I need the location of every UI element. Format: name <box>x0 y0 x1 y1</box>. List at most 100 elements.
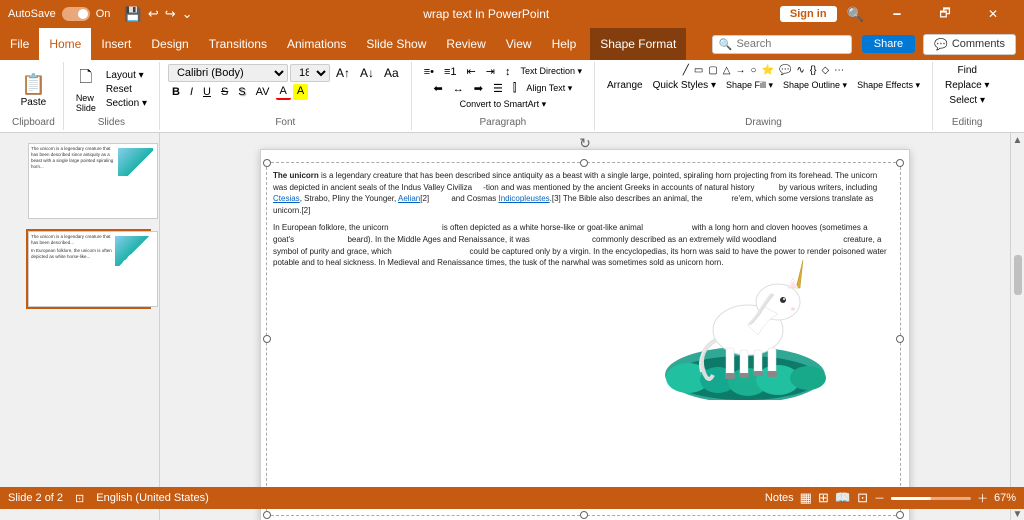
handle-bm[interactable] <box>580 511 588 519</box>
zoom-level[interactable]: 67% <box>994 492 1016 504</box>
handle-mr[interactable] <box>896 335 904 343</box>
save-icon[interactable]: 💾 <box>124 6 141 23</box>
font-size-select[interactable]: 18 <box>290 64 330 82</box>
slide-2-thumb[interactable]: The unicorn is a legendary creature that… <box>26 229 151 309</box>
tab-design[interactable]: Design <box>141 28 198 60</box>
shape-fill-button[interactable]: Shape Fill ▾ <box>722 79 777 92</box>
line-shape[interactable]: ╱ <box>681 64 691 77</box>
align-center-button[interactable]: ↔ <box>449 82 468 96</box>
circle-shape[interactable]: ○ <box>748 64 758 77</box>
highlight-color-button[interactable]: A <box>293 84 308 100</box>
char-spacing-button[interactable]: AV <box>252 85 274 99</box>
tab-shape-format[interactable]: Shape Format <box>590 28 686 60</box>
increase-font-button[interactable]: A↑ <box>332 65 354 81</box>
share-button[interactable]: Share <box>862 35 915 53</box>
star-shape[interactable]: ⭐ <box>759 64 775 77</box>
tab-review[interactable]: Review <box>436 28 495 60</box>
align-right-button[interactable]: ➡ <box>470 81 487 96</box>
autosave-toggle[interactable] <box>62 7 90 21</box>
reset-button[interactable]: Reset <box>102 83 151 96</box>
strikethrough-button[interactable]: S <box>217 85 232 99</box>
underline-button[interactable]: U <box>199 85 215 99</box>
align-left-button[interactable]: ⬅ <box>430 81 447 96</box>
find-button[interactable]: Find <box>953 64 980 77</box>
smartart-button[interactable]: Convert to SmartArt ▾ <box>456 98 551 111</box>
select-button[interactable]: Select ▾ <box>945 94 989 107</box>
notes-button[interactable]: Notes <box>765 492 794 504</box>
indicopleustes-link[interactable]: Indicopleustes <box>499 194 550 203</box>
rect-shape[interactable]: ▭ <box>692 64 705 77</box>
undo-icon[interactable]: ↩ <box>148 6 159 22</box>
comments-button[interactable]: 💬 Comments <box>923 34 1016 55</box>
plus-zoom-button[interactable]: ＋ <box>977 490 988 506</box>
align-text-button[interactable]: Align Text ▾ <box>522 82 576 95</box>
triangle-shape[interactable]: △ <box>721 64 733 77</box>
columns-button[interactable]: ⫿ <box>509 81 521 96</box>
font-color-button[interactable]: A <box>276 84 291 100</box>
layout-button[interactable]: Layout ▾ <box>102 69 151 82</box>
minus-zoom-button[interactable]: － <box>874 490 885 506</box>
callout-shape[interactable]: 💬 <box>777 64 793 77</box>
curve-shape[interactable]: ∿ <box>794 64 806 77</box>
vertical-scrollbar[interactable]: ▲ ▼ <box>1010 133 1024 520</box>
handle-tm[interactable] <box>580 159 588 167</box>
minimize-button[interactable]: 🗕 <box>874 0 920 28</box>
tab-view[interactable]: View <box>496 28 542 60</box>
bold-button[interactable]: B <box>168 85 184 99</box>
bullets-button[interactable]: ≡• <box>420 65 438 79</box>
new-slide-button[interactable]: 🗋 NewSlide <box>72 64 100 115</box>
tab-home[interactable]: Home <box>39 28 91 60</box>
brace-shape[interactable]: {} <box>808 64 819 77</box>
paste-button[interactable]: 📋 Paste <box>17 70 51 110</box>
numbering-button[interactable]: ≡1 <box>440 65 461 79</box>
justify-button[interactable]: ☰ <box>489 81 507 96</box>
shape-effects-button[interactable]: Shape Effects ▾ <box>853 79 924 92</box>
scroll-down-button[interactable]: ▼ <box>1013 509 1023 520</box>
scroll-up-button[interactable]: ▲ <box>1013 135 1023 146</box>
tab-file[interactable]: File <box>0 28 39 60</box>
font-family-select[interactable]: Calibri (Body) <box>168 64 288 82</box>
increase-indent-button[interactable]: ⇥ <box>482 64 499 79</box>
arrange-button[interactable]: Arrange <box>603 79 647 92</box>
search-icon[interactable]: 🔍 <box>847 6 864 23</box>
rounded-rect-shape[interactable]: ▢ <box>706 64 719 77</box>
view-normal-button[interactable]: ▦ <box>800 490 812 506</box>
scroll-thumb[interactable] <box>1014 255 1022 295</box>
tab-animations[interactable]: Animations <box>277 28 356 60</box>
handle-br[interactable] <box>896 511 904 519</box>
more-icon[interactable]: ⌄ <box>182 6 193 22</box>
tab-help[interactable]: Help <box>542 28 587 60</box>
scroll-track[interactable] <box>1013 146 1023 509</box>
handle-ml[interactable] <box>263 335 271 343</box>
ctesias-link[interactable]: Ctesias <box>273 194 300 203</box>
slide-canvas[interactable]: The unicorn is a legendary creature that… <box>260 149 910 520</box>
tab-slideshow[interactable]: Slide Show <box>356 28 436 60</box>
search-input[interactable] <box>736 38 846 50</box>
shadow-button[interactable]: S <box>234 85 249 99</box>
signin-button[interactable]: Sign in <box>780 6 837 22</box>
handle-bl[interactable] <box>263 511 271 519</box>
fit-slide-button[interactable]: ⊡ <box>857 490 868 506</box>
restore-button[interactable]: 🗗 <box>922 0 968 28</box>
decrease-font-button[interactable]: A↓ <box>356 65 378 81</box>
search-box[interactable]: 🔍 <box>712 35 852 54</box>
replace-button[interactable]: Replace ▾ <box>941 79 994 92</box>
zoom-slider[interactable] <box>891 497 971 500</box>
decrease-indent-button[interactable]: ⇤ <box>463 64 480 79</box>
handle-tr[interactable] <box>896 159 904 167</box>
tab-insert[interactable]: Insert <box>91 28 141 60</box>
text-direction-button[interactable]: Text Direction ▾ <box>516 65 586 78</box>
more-shapes[interactable]: ⋯ <box>832 64 846 77</box>
change-case-button[interactable]: Aa <box>380 65 403 81</box>
section-button[interactable]: Section ▾ <box>102 97 151 110</box>
handle-tl[interactable] <box>263 159 271 167</box>
quick-styles-button[interactable]: Quick Styles ▾ <box>649 79 720 92</box>
tab-transitions[interactable]: Transitions <box>199 28 277 60</box>
diamond-shape[interactable]: ◇ <box>819 64 831 77</box>
line-spacing-button[interactable]: ↕ <box>501 65 515 79</box>
slide-1-thumb[interactable]: The unicorn is a legendary creature that… <box>26 141 151 221</box>
close-button[interactable]: ✕ <box>970 0 1016 28</box>
view-reading-button[interactable]: 📖 <box>835 490 851 506</box>
arrow-shape[interactable]: → <box>733 64 747 77</box>
redo-icon[interactable]: ↪ <box>165 6 176 22</box>
